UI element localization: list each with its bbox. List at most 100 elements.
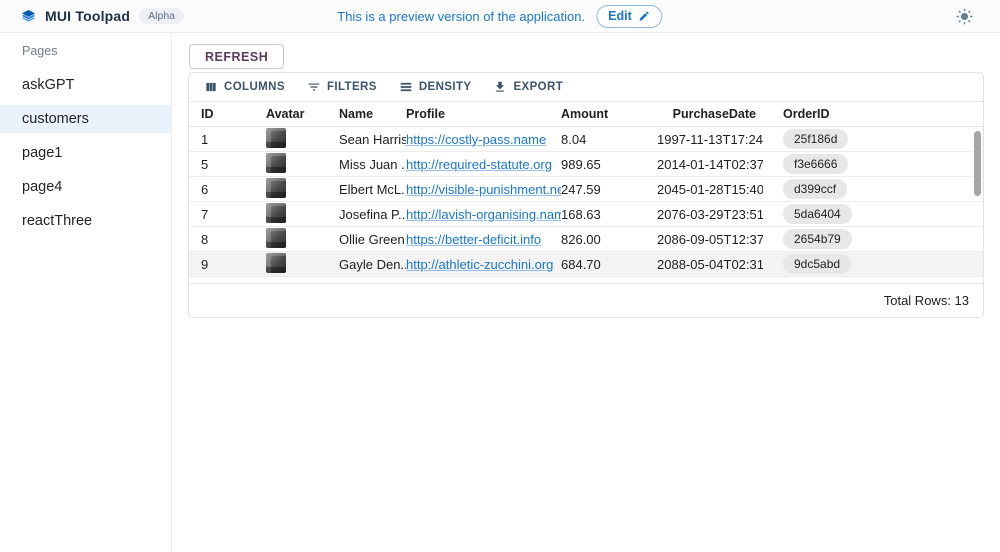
cell-orderid: f3e6666 bbox=[763, 154, 983, 174]
columns-button[interactable]: COLUMNS bbox=[197, 77, 292, 97]
order-chip[interactable]: 2654b79 bbox=[783, 229, 852, 249]
sidebar-item-page4[interactable]: page4 bbox=[0, 173, 171, 201]
table-row[interactable]: 9 Gayle Den... http://athletic-zucchini.… bbox=[189, 252, 983, 277]
column-header-name[interactable]: Name bbox=[339, 107, 406, 121]
cell-amount: 168.63 bbox=[561, 207, 657, 222]
avatar bbox=[266, 153, 286, 173]
cell-profile: http://athletic-zucchini.org bbox=[406, 257, 561, 272]
cell-orderid: d399ccf bbox=[763, 179, 983, 199]
edit-button-label: Edit bbox=[608, 9, 632, 23]
profile-link[interactable]: http://lavish-organising.name bbox=[406, 207, 561, 222]
app-window: MUI Toolpad Alpha This is a preview vers… bbox=[0, 0, 1000, 552]
cell-purchasedate: 2088-05-04T02:31:03.294Z bbox=[657, 257, 763, 272]
filters-button[interactable]: FILTERS bbox=[300, 77, 384, 97]
table-row[interactable]: 8 Ollie Green... https://better-deficit.… bbox=[189, 227, 983, 252]
export-button-label: EXPORT bbox=[513, 81, 563, 93]
cell-amount: 247.59 bbox=[561, 182, 657, 197]
cell-avatar bbox=[266, 203, 339, 226]
cell-id: 1 bbox=[189, 132, 266, 147]
density-button-label: DENSITY bbox=[419, 81, 472, 93]
sidebar-section-label: Pages bbox=[0, 33, 171, 71]
main-content: REFRESH COLUMNS FILTERS bbox=[173, 33, 1000, 552]
sidebar-item-page1[interactable]: page1 bbox=[0, 139, 171, 167]
grid-scroller: 1 Sean Harris https://costly-pass.name 8… bbox=[189, 127, 983, 283]
cell-amount: 826.00 bbox=[561, 232, 657, 247]
export-button[interactable]: EXPORT bbox=[486, 77, 570, 97]
cell-name: Sean Harris bbox=[339, 132, 406, 147]
theme-toggle-sun-icon[interactable] bbox=[956, 8, 973, 25]
cell-name: Miss Juan ... bbox=[339, 157, 406, 172]
cell-avatar bbox=[266, 178, 339, 201]
sidebar-item-askgpt[interactable]: askGPT bbox=[0, 71, 171, 99]
column-header-amount[interactable]: Amount bbox=[561, 107, 657, 121]
preview-text: This is a preview version of the applica… bbox=[337, 9, 585, 24]
avatar bbox=[266, 178, 286, 198]
brand: MUI Toolpad Alpha bbox=[0, 8, 184, 24]
cell-avatar bbox=[266, 128, 339, 151]
avatar bbox=[266, 128, 286, 148]
columns-icon bbox=[204, 80, 218, 94]
columns-button-label: COLUMNS bbox=[224, 81, 285, 93]
order-chip[interactable]: 9dc5abd bbox=[783, 254, 851, 274]
cell-name: Josefina P... bbox=[339, 207, 406, 222]
total-rows-label: Total Rows: 13 bbox=[884, 293, 969, 308]
profile-link[interactable]: http://required-statute.org bbox=[406, 157, 552, 172]
cell-purchasedate: 1997-11-13T17:24:11.769Z bbox=[657, 132, 763, 147]
avatar bbox=[266, 203, 286, 223]
data-grid: COLUMNS FILTERS DENSITY bbox=[188, 72, 984, 318]
table-row[interactable]: 1 Sean Harris https://costly-pass.name 8… bbox=[189, 127, 983, 152]
table-row[interactable]: 6 Elbert McL... http://visible-punishmen… bbox=[189, 177, 983, 202]
density-icon bbox=[399, 80, 413, 94]
column-header-purchasedate[interactable]: PurchaseDate bbox=[657, 107, 763, 121]
vertical-scrollbar-thumb[interactable] bbox=[974, 131, 981, 196]
cell-id: 8 bbox=[189, 232, 266, 247]
order-chip[interactable]: f3e6666 bbox=[783, 154, 848, 174]
cell-amount: 8.04 bbox=[561, 132, 657, 147]
profile-link[interactable]: http://visible-punishment.net bbox=[406, 182, 561, 197]
density-button[interactable]: DENSITY bbox=[392, 77, 479, 97]
cell-purchasedate: 2086-09-05T12:37:27.015Z bbox=[657, 232, 763, 247]
sidebar-item-customers[interactable]: customers bbox=[0, 105, 171, 133]
profile-link[interactable]: https://better-deficit.info bbox=[406, 232, 541, 247]
column-header-orderid[interactable]: OrderID bbox=[763, 107, 983, 121]
cell-orderid: 2654b79 bbox=[763, 229, 983, 249]
app-title: MUI Toolpad bbox=[45, 8, 130, 24]
grid-header-row: ID Avatar Name Profile Amount PurchaseDa… bbox=[189, 101, 983, 127]
cell-avatar bbox=[266, 228, 339, 251]
cell-amount: 684.70 bbox=[561, 257, 657, 272]
sidebar: Pages askGPT customers page1 page4 react… bbox=[0, 33, 172, 552]
cell-orderid: 9dc5abd bbox=[763, 254, 983, 274]
edit-button[interactable]: Edit bbox=[596, 5, 663, 28]
cell-profile: http://required-statute.org bbox=[406, 157, 561, 172]
cell-profile: http://lavish-organising.name bbox=[406, 207, 561, 222]
preview-banner: This is a preview version of the applica… bbox=[337, 5, 662, 28]
order-chip[interactable]: 25f186d bbox=[783, 129, 848, 149]
cell-id: 6 bbox=[189, 182, 266, 197]
cell-profile: http://visible-punishment.net bbox=[406, 182, 561, 197]
column-header-avatar[interactable]: Avatar bbox=[266, 107, 339, 121]
column-header-id[interactable]: ID bbox=[189, 107, 266, 121]
cell-avatar bbox=[266, 153, 339, 176]
filters-button-label: FILTERS bbox=[327, 81, 377, 93]
cell-avatar bbox=[266, 253, 339, 276]
table-row[interactable]: 7 Josefina P... http://lavish-organising… bbox=[189, 202, 983, 227]
order-chip[interactable]: d399ccf bbox=[783, 179, 847, 199]
cell-profile: https://costly-pass.name bbox=[406, 132, 561, 147]
sidebar-item-reactthree[interactable]: reactThree bbox=[0, 207, 171, 235]
cell-purchasedate: 2014-01-14T02:37:28.536Z bbox=[657, 157, 763, 172]
cell-name: Ollie Green... bbox=[339, 232, 406, 247]
cell-name: Elbert McL... bbox=[339, 182, 406, 197]
avatar bbox=[266, 253, 286, 273]
order-chip[interactable]: 5da6404 bbox=[783, 204, 852, 224]
cell-profile: https://better-deficit.info bbox=[406, 232, 561, 247]
table-row[interactable]: 5 Miss Juan ... http://required-statute.… bbox=[189, 152, 983, 177]
profile-link[interactable]: https://costly-pass.name bbox=[406, 132, 546, 147]
cell-id: 7 bbox=[189, 207, 266, 222]
profile-link[interactable]: http://athletic-zucchini.org bbox=[406, 257, 553, 272]
cell-purchasedate: 2045-01-28T15:40:06.325Z bbox=[657, 182, 763, 197]
cell-orderid: 25f186d bbox=[763, 129, 983, 149]
app-bar: MUI Toolpad Alpha This is a preview vers… bbox=[0, 0, 1000, 33]
cell-amount: 989.65 bbox=[561, 157, 657, 172]
refresh-button[interactable]: REFRESH bbox=[189, 44, 284, 69]
column-header-profile[interactable]: Profile bbox=[406, 107, 561, 121]
